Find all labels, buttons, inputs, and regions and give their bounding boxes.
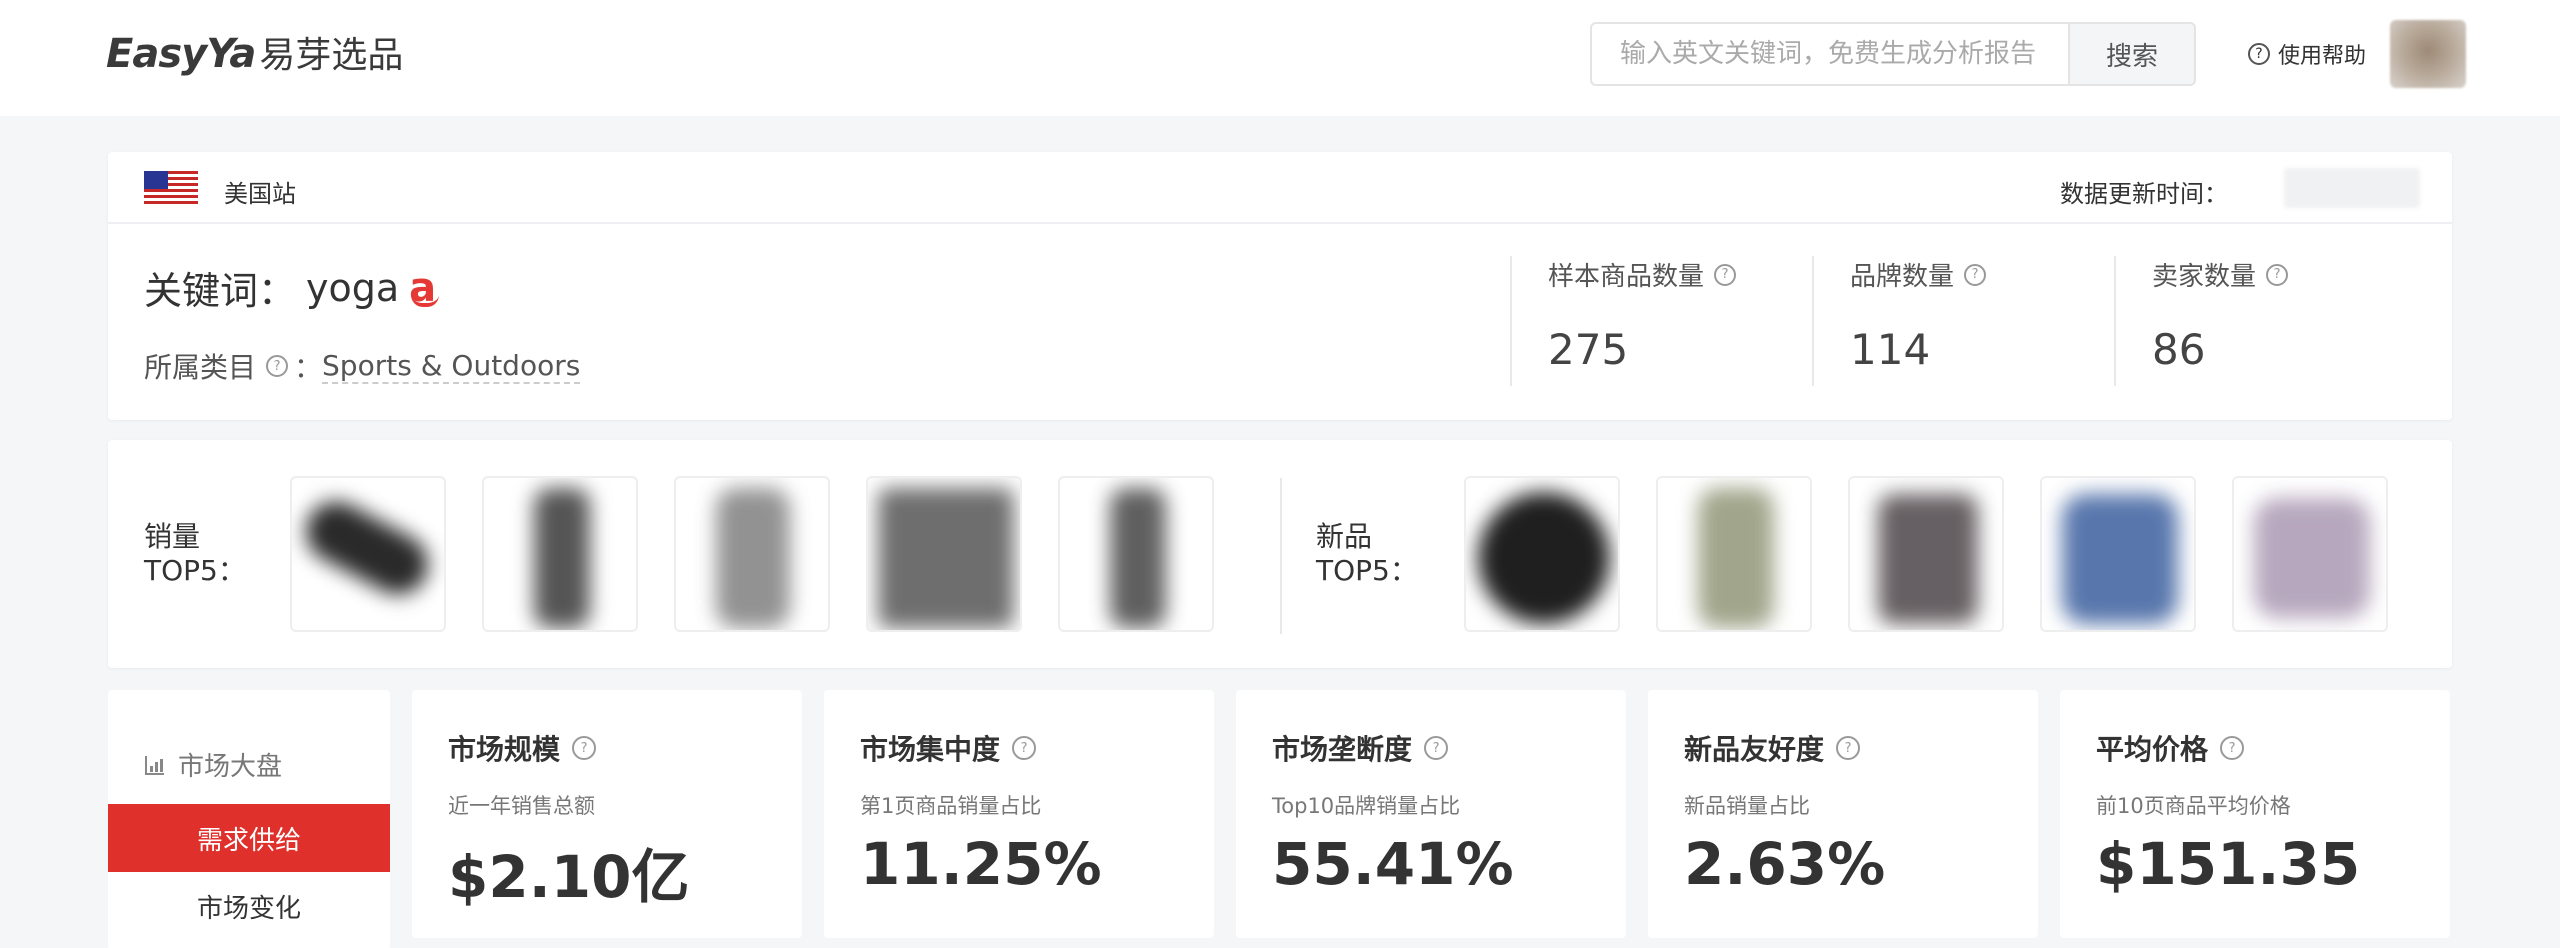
search-box: [1590, 22, 2068, 86]
sidebar-title: 市场大盘: [144, 746, 282, 783]
question-circle-icon[interactable]: ?: [572, 736, 597, 760]
new-top-product-3[interactable]: [1848, 476, 2004, 632]
new-top-product-1[interactable]: [1464, 476, 1620, 632]
search-input[interactable]: [1620, 39, 2040, 69]
stat-sellers: 卖家数量? 86: [2114, 256, 2294, 386]
question-circle-icon[interactable]: ?: [2266, 263, 2289, 286]
question-circle-icon[interactable]: ?: [1424, 736, 1449, 760]
question-circle-icon: ?: [2248, 43, 2270, 65]
category-value[interactable]: Sports & Outdoors: [322, 349, 581, 384]
stat-brands: 品牌数量? 114: [1812, 256, 1992, 386]
metric-title: 平均价格: [2096, 733, 2209, 766]
bar-chart-icon: [145, 755, 164, 775]
metric-value: 55.41%: [1272, 830, 1514, 898]
category-separator: ：: [294, 351, 323, 384]
top5-divider: [1280, 478, 1282, 634]
stat-label: 样本商品数量: [1548, 262, 1705, 292]
question-circle-icon[interactable]: ?: [1714, 263, 1737, 286]
metric-value: 11.25%: [860, 830, 1102, 898]
amazon-icon[interactable]: a: [409, 265, 440, 311]
metric-title: 新品友好度: [1684, 733, 1825, 766]
stat-value: 86: [2152, 325, 2206, 374]
metric-title: 市场集中度: [860, 733, 1001, 766]
sales-top5-label-line2: TOP5：: [144, 554, 246, 587]
category-row: 所属类目 ? ： Sports & Outdoors: [144, 346, 581, 386]
stat-value: 114: [1850, 325, 1931, 374]
metric-value: $2.10亿: [448, 843, 690, 911]
new-top-product-5[interactable]: [2232, 476, 2388, 632]
metric-market-size: 市场规模? 近一年销售总额 $2.10亿: [412, 690, 802, 938]
new-top5-label-line2: TOP5：: [1316, 554, 1418, 587]
metric-value: $151.35: [2096, 830, 2361, 898]
question-circle-icon[interactable]: ?: [1012, 736, 1037, 760]
analysis-sidebar: 市场大盘 需求供给 市场变化: [108, 690, 390, 948]
question-circle-icon[interactable]: ?: [266, 355, 289, 377]
metric-market-monopoly: 市场垄断度? Top10品牌销量占比 55.41%: [1236, 690, 1626, 938]
metric-subtitle: 第1页商品销量占比: [860, 794, 1042, 818]
sales-top5-label-line1: 销量: [144, 520, 201, 553]
avatar[interactable]: [2390, 20, 2466, 88]
sales-top-product-1[interactable]: [290, 476, 446, 632]
new-top5-label: 新品 TOP5：: [1316, 520, 1418, 588]
data-update-time: [2284, 168, 2420, 208]
sidebar-item-demand-supply[interactable]: 需求供给: [108, 804, 390, 872]
sidebar-item-market-change[interactable]: 市场变化: [108, 872, 390, 940]
metric-title: 市场垄断度: [1272, 733, 1413, 766]
keyword-value: yoga: [306, 265, 400, 310]
metric-subtitle: Top10品牌销量占比: [1272, 794, 1461, 818]
metric-value: 2.63%: [1684, 830, 1886, 898]
top5-card: 销量 TOP5： 新品 TOP5：: [108, 440, 2452, 668]
question-circle-icon[interactable]: ?: [2220, 736, 2245, 760]
sales-top-product-3[interactable]: [674, 476, 830, 632]
new-top5-label-line1: 新品: [1316, 520, 1373, 553]
logo-text-en: EasyYa: [106, 31, 256, 77]
logo-text-cn: 易芽选品: [259, 35, 404, 76]
question-circle-icon[interactable]: ?: [1836, 736, 1861, 760]
new-top-product-2[interactable]: [1656, 476, 1812, 632]
metric-subtitle: 前10页商品平均价格: [2096, 794, 2291, 818]
sales-top-product-4[interactable]: [866, 476, 1022, 632]
keyword-info-card: 美国站 数据更新时间： 关键词： yoga a 所属类目 ? ： Sports …: [108, 152, 2452, 420]
sales-top-product-5[interactable]: [1058, 476, 1214, 632]
search-button[interactable]: 搜索: [2068, 22, 2196, 86]
sales-top5-label: 销量 TOP5：: [144, 520, 246, 588]
stat-value: 275: [1548, 325, 1629, 374]
metric-subtitle: 新品销量占比: [1684, 794, 1810, 818]
site-name: 美国站: [224, 180, 296, 208]
us-flag-icon: [144, 171, 198, 207]
sales-top-product-2[interactable]: [482, 476, 638, 632]
question-circle-icon[interactable]: ?: [1964, 263, 1987, 286]
keyword-heading: 关键词： yoga a: [144, 260, 440, 315]
help-label: 使用帮助: [2278, 44, 2367, 69]
stat-label: 卖家数量: [2152, 262, 2257, 292]
metric-market-concentration: 市场集中度? 第1页商品销量占比 11.25%: [824, 690, 1214, 938]
help-link[interactable]: ? 使用帮助: [2248, 38, 2366, 70]
metric-average-price: 平均价格? 前10页商品平均价格 $151.35: [2060, 690, 2450, 938]
metric-title: 市场规模: [448, 733, 561, 766]
top-header: EasyYa 易芽选品 搜索 ? 使用帮助: [0, 0, 2560, 116]
metric-subtitle: 近一年销售总额: [448, 794, 595, 818]
stat-sample-products: 样本商品数量? 275: [1510, 256, 1742, 386]
site-bar: 美国站 数据更新时间：: [108, 152, 2452, 224]
logo[interactable]: EasyYa 易芽选品: [106, 26, 404, 77]
stat-label: 品牌数量: [1850, 262, 1955, 292]
category-label: 所属类目: [144, 351, 257, 384]
data-update-label: 数据更新时间：: [2060, 180, 2228, 208]
new-top-product-4[interactable]: [2040, 476, 2196, 632]
keyword-label: 关键词：: [144, 269, 297, 313]
metric-new-product-friendliness: 新品友好度? 新品销量占比 2.63%: [1648, 690, 2038, 938]
sidebar-title-label: 市场大盘: [178, 752, 283, 782]
